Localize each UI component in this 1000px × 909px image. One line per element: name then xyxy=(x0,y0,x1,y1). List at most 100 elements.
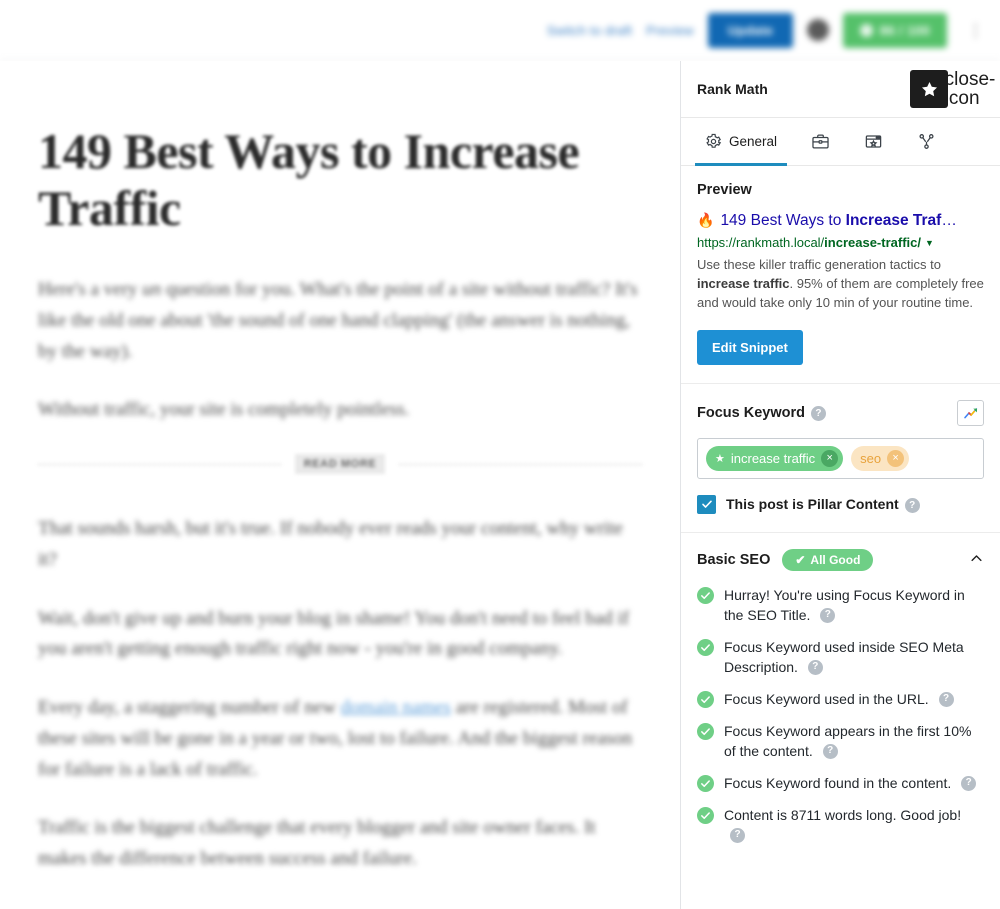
basic-seo-header[interactable]: Basic SEO ✔ All Good xyxy=(681,533,1000,571)
social-share-icon xyxy=(919,134,934,149)
domain-names-link[interactable]: domain names xyxy=(341,697,451,718)
help-icon[interactable]: ? xyxy=(810,406,826,422)
more-options-icon[interactable]: ⋮ xyxy=(961,22,990,39)
rank-math-panel: Rank Math close-icon General Preview 🔥 1… xyxy=(680,61,1000,909)
paragraph-4: Wait, don't give up and burn your blog i… xyxy=(38,607,630,660)
divider-left xyxy=(38,463,281,465)
snippet-url[interactable]: https://rankmath.local/increase-traffic/… xyxy=(697,235,984,250)
help-icon[interactable]: ? xyxy=(904,497,920,513)
keyword-label: increase traffic xyxy=(730,450,816,466)
snippet-title-ellipsis: … xyxy=(941,212,957,229)
read-more-label: READ MORE xyxy=(294,454,386,475)
focus-keyword-heading: Focus Keyword xyxy=(697,404,805,421)
page-title[interactable]: 149 Best Ways to Increase Traffic xyxy=(38,123,642,237)
basic-seo-section: Basic SEO ✔ All Good Hurray! You're usin xyxy=(681,533,1000,867)
gear-icon[interactable] xyxy=(807,19,829,41)
list-item: Focus Keyword used in the URL. ? xyxy=(697,689,984,709)
panel-header: Rank Math close-icon xyxy=(681,61,1000,118)
snippet-description: Use these killer traffic generation tact… xyxy=(697,256,984,313)
list-item: Focus Keyword appears in the first 10% o… xyxy=(697,721,984,761)
tab-schema[interactable] xyxy=(854,118,893,165)
status-badge: ✔ All Good xyxy=(782,548,874,571)
schema-browser-star-icon xyxy=(865,135,882,148)
paragraph-6: Traffic is the biggest challenge that ev… xyxy=(38,817,596,870)
post-body-continued[interactable]: That sounds harsh, but it's true. If nob… xyxy=(38,514,642,875)
chevron-down-icon[interactable]: ▼ xyxy=(925,238,934,248)
check-circle-icon xyxy=(697,807,714,825)
preview-heading: Preview xyxy=(697,182,752,198)
seo-score-value: 86 / 100 xyxy=(879,22,931,38)
basic-seo-checklist: Hurray! You're using Focus Keyword in th… xyxy=(681,571,1000,867)
check-label: Focus Keyword appears in the first 10% o… xyxy=(724,722,972,759)
list-item: Content is 8711 words long. Good job! ? xyxy=(697,805,984,845)
basic-seo-heading: Basic SEO xyxy=(697,551,771,568)
paragraph-5: Every day, a staggering number of new do… xyxy=(38,697,633,780)
badge-label: All Good xyxy=(810,552,861,567)
help-icon[interactable]: ? xyxy=(820,607,836,623)
read-more-block[interactable]: READ MORE xyxy=(38,454,642,475)
snippet-url-slug: increase-traffic/ xyxy=(824,235,921,251)
star-icon: ★ xyxy=(715,452,725,465)
preview-button[interactable]: Preview xyxy=(646,23,694,38)
focus-keyword-section: Focus Keyword ? ★ increase traffic × seo… xyxy=(681,384,1000,533)
badge-check-icon: ✔ xyxy=(795,552,806,567)
check-circle-icon xyxy=(697,638,714,656)
tab-general-label: General xyxy=(729,134,778,149)
focus-keyword-input[interactable]: ★ increase traffic × seo × xyxy=(697,437,984,479)
keyword-tag-primary[interactable]: ★ increase traffic × xyxy=(706,445,844,471)
google-trends-icon[interactable] xyxy=(957,399,984,426)
snippet-title-bold: Increase Traf xyxy=(845,212,942,229)
snippet-desc-part1: Use these killer traffic generation tact… xyxy=(697,257,941,273)
snippet-title-plain: 149 Best Ways to xyxy=(720,212,846,229)
list-item: Hurray! You're using Focus Keyword in th… xyxy=(697,585,984,625)
pillar-content-checkbox[interactable] xyxy=(697,494,716,514)
paragraph-2: Without traffic, your site is completely… xyxy=(38,399,410,421)
tab-social[interactable] xyxy=(907,118,946,165)
help-icon[interactable]: ? xyxy=(730,827,745,843)
chevron-up-icon[interactable] xyxy=(969,551,984,569)
snippet-preview-section: Preview 🔥 149 Best Ways to Increase Traf… xyxy=(681,166,1000,384)
check-label: Focus Keyword used inside SEO Meta Descr… xyxy=(724,638,964,675)
focus-keyword-header: Focus Keyword ? xyxy=(697,399,984,426)
check-circle-icon xyxy=(697,586,714,604)
gauge-icon xyxy=(859,23,873,37)
post-body[interactable]: Here's a very un question for you. What'… xyxy=(38,275,642,426)
fire-emoji: 🔥 xyxy=(697,212,715,228)
paragraph-1: Here's a very un question for you. What'… xyxy=(38,279,638,362)
pillar-content-label: This post is Pillar Content xyxy=(726,496,899,513)
tab-advanced[interactable] xyxy=(801,118,840,165)
briefcase-icon xyxy=(812,134,829,149)
star-icon[interactable] xyxy=(910,70,948,108)
keyword-tag-secondary[interactable]: seo × xyxy=(851,445,910,471)
check-icon xyxy=(701,500,712,509)
help-icon[interactable]: ? xyxy=(822,743,838,759)
help-icon[interactable]: ? xyxy=(961,775,977,791)
edit-snippet-button[interactable]: Edit Snippet xyxy=(697,329,803,365)
pillar-content-row[interactable]: This post is Pillar Content ? xyxy=(697,494,984,514)
help-icon[interactable]: ? xyxy=(807,659,823,675)
check-label: Content is 8711 words long. Good job! xyxy=(724,807,962,824)
remove-keyword-icon[interactable]: × xyxy=(887,449,905,467)
list-item: Focus Keyword used inside SEO Meta Descr… xyxy=(697,637,984,677)
gear-icon xyxy=(706,133,722,148)
check-label: Focus Keyword found in the content. xyxy=(724,775,952,792)
tab-general[interactable]: General xyxy=(695,118,788,166)
rank-math-editor-screen: Switch to draft Preview Update 86 / 100 … xyxy=(0,0,1000,909)
panel-title: Rank Math xyxy=(697,81,768,97)
panel-tabs: General xyxy=(681,118,1000,166)
seo-score-button[interactable]: 86 / 100 xyxy=(843,12,947,48)
update-button[interactable]: Update xyxy=(707,12,793,48)
snippet-desc-bold: increase traffic xyxy=(697,276,790,292)
switch-to-draft-button[interactable]: Switch to draft xyxy=(547,23,632,38)
editor-toolbar: Switch to draft Preview Update 86 / 100 … xyxy=(0,0,1000,61)
help-icon[interactable]: ? xyxy=(938,691,954,707)
remove-keyword-icon[interactable]: × xyxy=(821,449,839,467)
check-label: Hurray! You're using Focus Keyword in th… xyxy=(724,586,965,623)
close-icon[interactable]: close-icon xyxy=(945,70,996,108)
snippet-title[interactable]: 🔥 149 Best Ways to Increase Traf… xyxy=(697,211,984,230)
list-item: Focus Keyword found in the content. ? xyxy=(697,773,984,793)
post-editor-canvas[interactable]: 149 Best Ways to Increase Traffic Here's… xyxy=(0,61,680,909)
check-circle-icon xyxy=(697,690,714,708)
check-circle-icon xyxy=(697,722,714,740)
check-label: Focus Keyword used in the URL. xyxy=(724,690,929,707)
